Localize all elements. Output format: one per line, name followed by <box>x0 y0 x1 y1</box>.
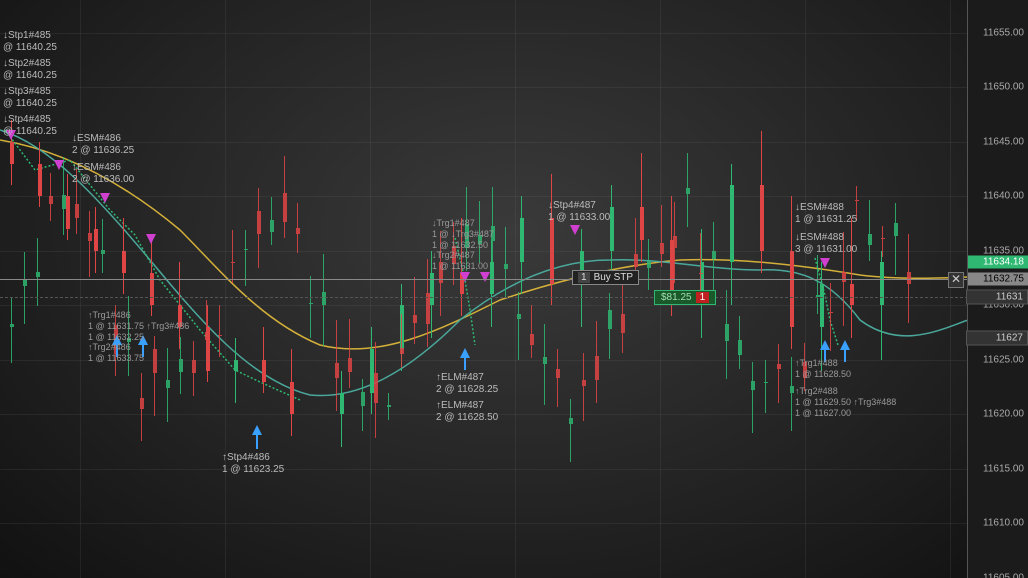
gridline-h <box>0 523 968 524</box>
chart-area[interactable]: ↓Stp1#485@ 11640.25 ↓Stp2#485@ 11640.25 … <box>0 0 968 578</box>
gridline-h <box>0 196 968 197</box>
y-tick-label: 11640.00 <box>983 191 1024 202</box>
y-tick-label: 11625.00 <box>983 354 1024 365</box>
buy-marker-icon <box>820 340 830 350</box>
note-stp485: ↓Stp3#485@ 11640.25 <box>3 86 57 110</box>
buy-marker-icon <box>460 348 470 358</box>
note-esm488: ↓ESM#4881 @ 11631.25 <box>795 202 857 226</box>
note-esm486: ↓ESM#4862 @ 11636.00 <box>72 162 134 186</box>
order-label: Buy STP <box>594 272 633 283</box>
close-order-button[interactable]: ✕ <box>948 272 964 288</box>
note-stp485: ↓Stp2#485@ 11640.25 <box>3 58 57 82</box>
sell-marker-icon <box>460 272 470 282</box>
buy-marker-icon <box>252 425 262 435</box>
gridline-h <box>0 360 968 361</box>
note-elm487: ↑ELM#4872 @ 11628.50 <box>436 400 498 424</box>
note-stp485: ↓Stp4#485@ 11640.25 <box>3 114 57 138</box>
y-tick-label: 11605.00 <box>983 573 1024 578</box>
gridline-h <box>0 87 968 88</box>
order-line-stp[interactable] <box>0 279 968 280</box>
gridline-h <box>0 469 968 470</box>
order-price-label: 11632.75 <box>968 273 1028 286</box>
order-qty: 1 <box>578 272 590 283</box>
y-tick-label: 11655.00 <box>983 27 1024 38</box>
y-tick-label: 11650.00 <box>983 82 1024 93</box>
sell-marker-icon <box>820 258 830 268</box>
gridline-h <box>0 33 968 34</box>
note-elm487: ↑ELM#4872 @ 11628.25 <box>436 372 498 396</box>
sell-marker-icon <box>570 225 580 235</box>
current-price-label: 11634.18 <box>968 256 1028 269</box>
entry-line <box>0 297 968 298</box>
pnl-value: $81.25 <box>661 292 692 303</box>
marker-stem <box>256 435 258 449</box>
sell-marker-icon <box>54 160 64 170</box>
sell-marker-icon <box>146 234 156 244</box>
y-tick-label: 11615.00 <box>983 463 1024 474</box>
note-esm486: ↓ESM#4862 @ 11636.25 <box>72 133 134 157</box>
price-axis[interactable]: 11655.0011650.0011645.0011640.0011635.00… <box>967 0 1028 578</box>
pnl-badge: $81.25 1 <box>654 290 716 305</box>
note-esm488: ↓ESM#4883 @ 11631.00 <box>795 232 857 256</box>
order-badge[interactable]: 1 Buy STP <box>572 270 639 285</box>
gridline-h <box>0 142 968 143</box>
price-marker-label: 11627 <box>966 331 1028 346</box>
price-marker-label: 11631 <box>966 290 1028 305</box>
note-stp486: ↑Stp4#4861 @ 11623.25 <box>222 452 284 476</box>
sell-marker-icon <box>480 272 490 282</box>
position-size: 1 <box>696 292 710 303</box>
note-trg486: ↑Trg1#486 1 @ 11631.75 ↑Trg3#486 1 @ 116… <box>88 310 189 342</box>
note-stp487: ↓Stp4#4871 @ 11633.00 <box>548 200 610 224</box>
buy-marker-icon <box>840 340 850 350</box>
sell-marker-icon <box>100 193 110 203</box>
y-tick-label: 11610.00 <box>983 518 1024 529</box>
note-trg488: ↑Trg1#4881 @ 11628.50 <box>795 358 851 380</box>
gridline-h <box>0 305 968 306</box>
gridline-h <box>0 251 968 252</box>
note-trg487: ↓Trg1#487 1 @ ↓Trg3#487 1 @ 11632.50 ↓Tr… <box>432 218 494 272</box>
y-tick-label: 11645.00 <box>983 136 1024 147</box>
gridline-h <box>0 414 968 415</box>
zigzag-3 <box>815 258 838 345</box>
y-tick-label: 11620.00 <box>983 409 1024 420</box>
